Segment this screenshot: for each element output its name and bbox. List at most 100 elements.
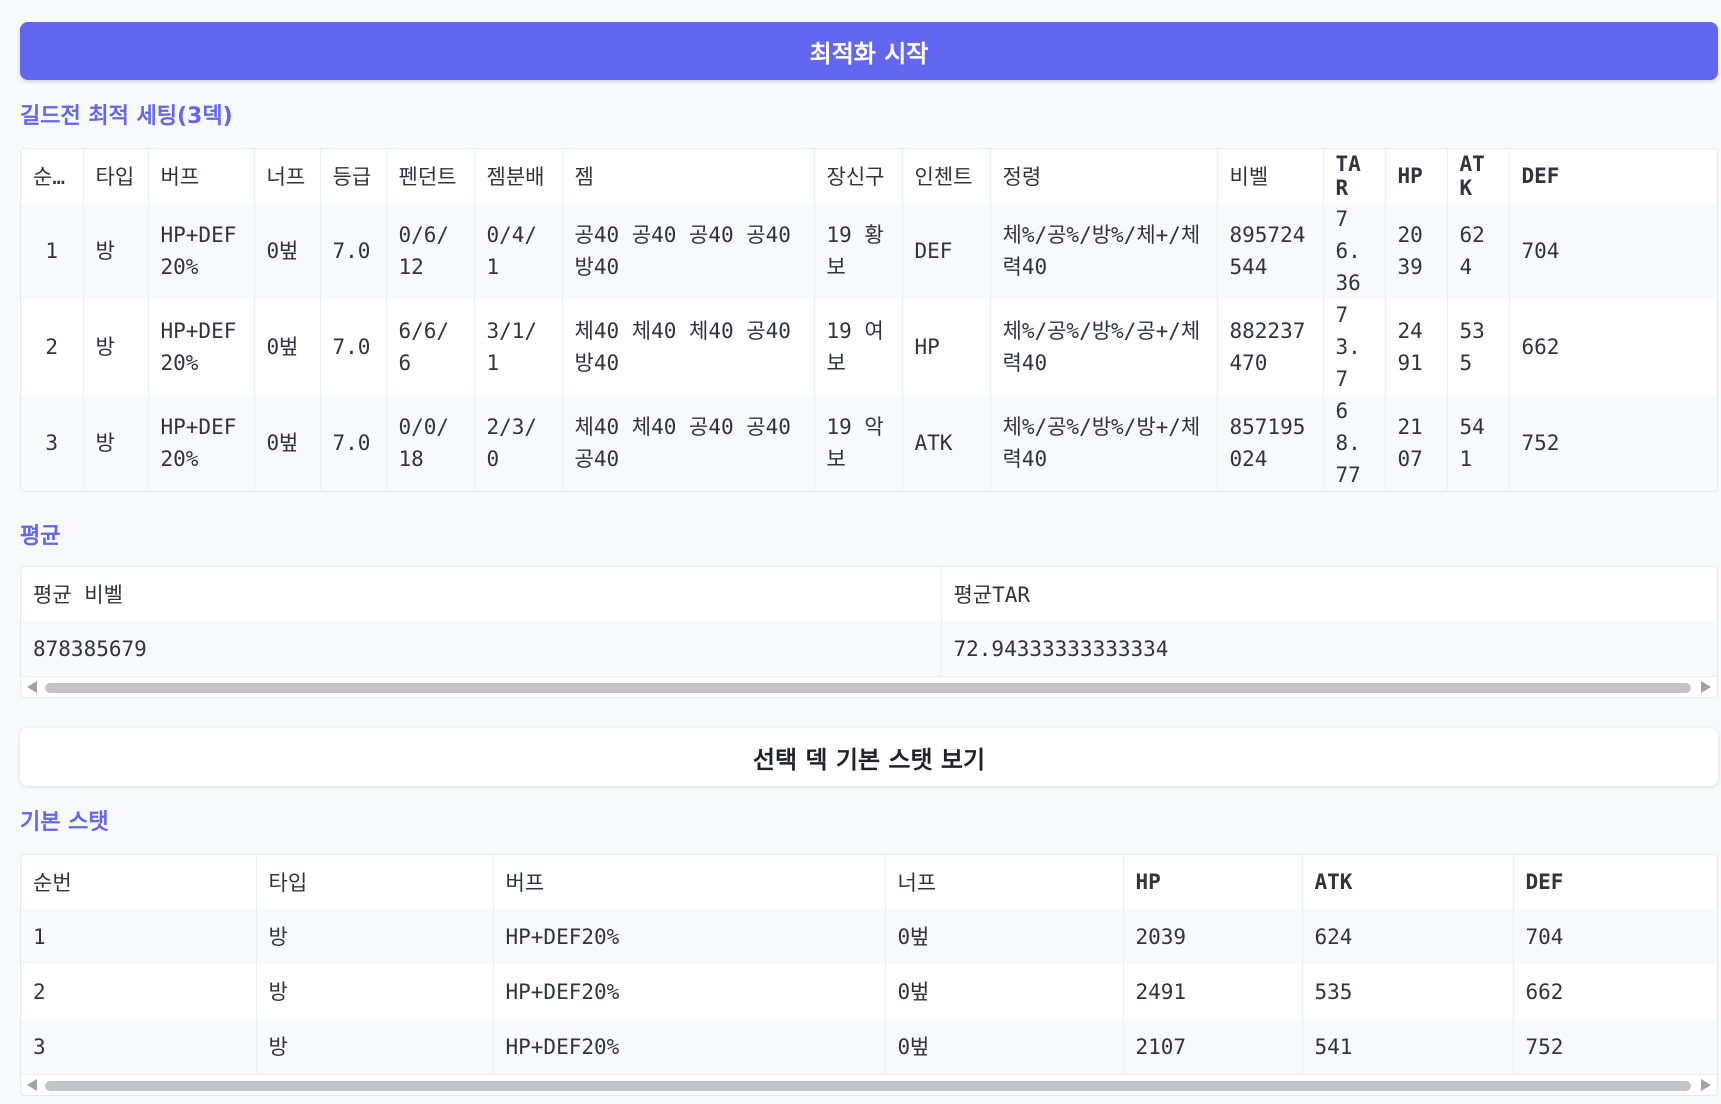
col-header-accessory[interactable]: 장신구: [814, 149, 903, 203]
cell-type: 방: [83, 203, 149, 299]
table-row[interactable]: 1 방 HP+DEF20% 0벞 7.0 0/6/12 0/4/1 공40 공4…: [21, 203, 1717, 299]
cell-order: 2: [21, 299, 84, 395]
col-header-atk[interactable]: ATK: [1447, 149, 1510, 203]
cell-type: 방: [83, 395, 149, 491]
average-table[interactable]: 평균 비벨 평균TAR 878385679 72.94333333333334: [20, 566, 1718, 698]
cell-spirit: 체%/공%/방%/체+/체력40: [990, 203, 1218, 299]
col-header-nerf[interactable]: 너프: [885, 855, 1124, 909]
col-header-hp[interactable]: HP: [1385, 149, 1448, 203]
cell-pendant: 0/0/18: [386, 395, 475, 491]
view-base-stats-button[interactable]: 선택 덱 기본 스탯 보기: [20, 728, 1718, 786]
scroll-right-icon[interactable]: [1701, 681, 1711, 693]
col-header-spirit[interactable]: 정령: [990, 149, 1218, 203]
cell-spirit: 체%/공%/방%/공+/체력40: [990, 299, 1218, 395]
cell-atk: 541: [1447, 395, 1510, 491]
col-header-pendant[interactable]: 펜던트: [386, 149, 475, 203]
cell-enchant: DEF: [902, 203, 991, 299]
optimize-start-button[interactable]: 최적화 시작: [20, 22, 1718, 80]
cell-def: 662: [1521, 335, 1560, 359]
col-header-avg-bibel[interactable]: 평균 비벨: [21, 567, 942, 621]
col-header-grade[interactable]: 등급: [320, 149, 387, 203]
guild-setting-table[interactable]: 순… 타입 버프 너프 등급 펜던트 젬분배 젬 장신구 인첸트 정령 비벨 T…: [20, 148, 1718, 492]
cell-pendant: 0/6/12: [386, 203, 475, 299]
cell-grade: 7.0: [320, 203, 387, 299]
cell-accessory: 19 여보: [814, 299, 903, 395]
col-header-def[interactable]: DEF: [1513, 855, 1717, 909]
col-header-buff[interactable]: 버프: [148, 149, 255, 203]
scroll-right-icon[interactable]: [1701, 1079, 1711, 1091]
scroll-left-icon[interactable]: [27, 681, 37, 693]
scrollbar-thumb[interactable]: [45, 1081, 1691, 1091]
table-row[interactable]: 2 방 HP+DEF20% 0벞 2491 535 662: [21, 964, 1717, 1019]
cell-atk: 535: [1302, 964, 1514, 1019]
col-header-tar[interactable]: TAR: [1323, 149, 1386, 203]
scrollbar-thumb[interactable]: [45, 683, 1691, 693]
scroll-left-icon[interactable]: [27, 1079, 37, 1091]
cell-spirit: 체%/공%/방%/방+/체력40: [990, 395, 1218, 491]
horizontal-scrollbar[interactable]: [21, 676, 1717, 697]
col-header-atk[interactable]: ATK: [1302, 855, 1514, 909]
cell-nerf: 0벞: [254, 203, 321, 299]
cell-type: 방: [256, 1019, 494, 1074]
cell-hp: 2491: [1123, 964, 1303, 1019]
table-row[interactable]: 3 방 HP+DEF20% 0벞 7.0 0/0/18 2/3/0 체40 체4…: [21, 395, 1717, 491]
average-title: 평균: [20, 524, 61, 549]
cell-hp: 2107: [1123, 1019, 1303, 1074]
cell-bibel: 857195024: [1217, 395, 1324, 491]
table-row[interactable]: 3 방 HP+DEF20% 0벞 2107 541 752: [21, 1019, 1717, 1074]
col-header-order[interactable]: 순…: [21, 149, 84, 203]
cell-def: 704: [1513, 909, 1717, 964]
cell-order: 3: [21, 1019, 257, 1074]
col-header-avg-tar[interactable]: 평균TAR: [941, 567, 1717, 621]
cell-gem: 체40 체40 공40 공40 공40: [562, 395, 815, 491]
cell-hp: 2107: [1385, 395, 1448, 491]
cell-enchant: ATK: [902, 395, 991, 491]
cell-buff: HP+DEF20%: [148, 203, 255, 299]
cell-gem-dist: 3/1/1: [474, 299, 563, 395]
col-header-buff[interactable]: 버프: [493, 855, 886, 909]
cell-grade: 7.0: [320, 395, 387, 491]
col-header-def[interactable]: DEF: [1509, 149, 1717, 203]
cell-type: 방: [83, 299, 149, 395]
col-header-order[interactable]: 순번: [21, 855, 257, 909]
col-header-type[interactable]: 타입: [256, 855, 494, 909]
cell-order: 1: [21, 203, 84, 299]
base-stats-table[interactable]: 순번 타입 버프 너프 HP ATK DEF 1 방 HP+DEF20% 0벞 …: [20, 854, 1718, 1096]
cell-atk: 624: [1447, 203, 1510, 299]
cell-nerf: 0벞: [885, 964, 1124, 1019]
table-row[interactable]: 878385679 72.94333333333334: [21, 621, 1717, 676]
col-header-type[interactable]: 타입: [83, 149, 149, 203]
cell-accessory: 19 황보: [814, 203, 903, 299]
cell-avg-bibel: 878385679: [21, 621, 942, 676]
cell-bibel: 882237470: [1217, 299, 1324, 395]
cell-hp: 2039: [1123, 909, 1303, 964]
cell-buff: HP+DEF20%: [493, 1019, 886, 1074]
col-header-hp[interactable]: HP: [1123, 855, 1303, 909]
cell-tar: 76.36: [1323, 203, 1386, 299]
cell-type: 방: [256, 909, 494, 964]
col-header-enchant[interactable]: 인첸트: [902, 149, 991, 203]
col-header-gem[interactable]: 젬: [562, 149, 815, 203]
cell-hp: 2491: [1385, 299, 1448, 395]
cell-nerf: 0벞: [885, 909, 1124, 964]
cell-atk: 541: [1302, 1019, 1514, 1074]
table-header-row: 평균 비벨 평균TAR: [21, 567, 1717, 621]
cell-tar: 68.77: [1323, 395, 1386, 491]
cell-buff: HP+DEF20%: [493, 909, 886, 964]
col-header-bibel[interactable]: 비벨: [1217, 149, 1324, 203]
table-row[interactable]: 1 방 HP+DEF20% 0벞 2039 624 704: [21, 909, 1717, 964]
horizontal-scrollbar[interactable]: [21, 1074, 1717, 1095]
cell-grade: 7.0: [320, 299, 387, 395]
cell-gem: 체40 체40 체40 공40 방40: [562, 299, 815, 395]
cell-def: 752: [1513, 1019, 1717, 1074]
table-row[interactable]: 2 방 HP+DEF20% 0벞 7.0 6/6/6 3/1/1 체40 체40…: [21, 299, 1717, 395]
cell-avg-tar: 72.94333333333334: [941, 621, 1717, 676]
cell-buff: HP+DEF20%: [493, 964, 886, 1019]
cell-def: 662: [1525, 979, 1564, 1004]
cell-atk: 535: [1447, 299, 1510, 395]
cell-atk: 624: [1302, 909, 1514, 964]
cell-pendant: 6/6/6: [386, 299, 475, 395]
col-header-nerf[interactable]: 너프: [254, 149, 321, 203]
cell-hp: 2039: [1385, 203, 1448, 299]
col-header-gem-dist[interactable]: 젬분배: [474, 149, 563, 203]
